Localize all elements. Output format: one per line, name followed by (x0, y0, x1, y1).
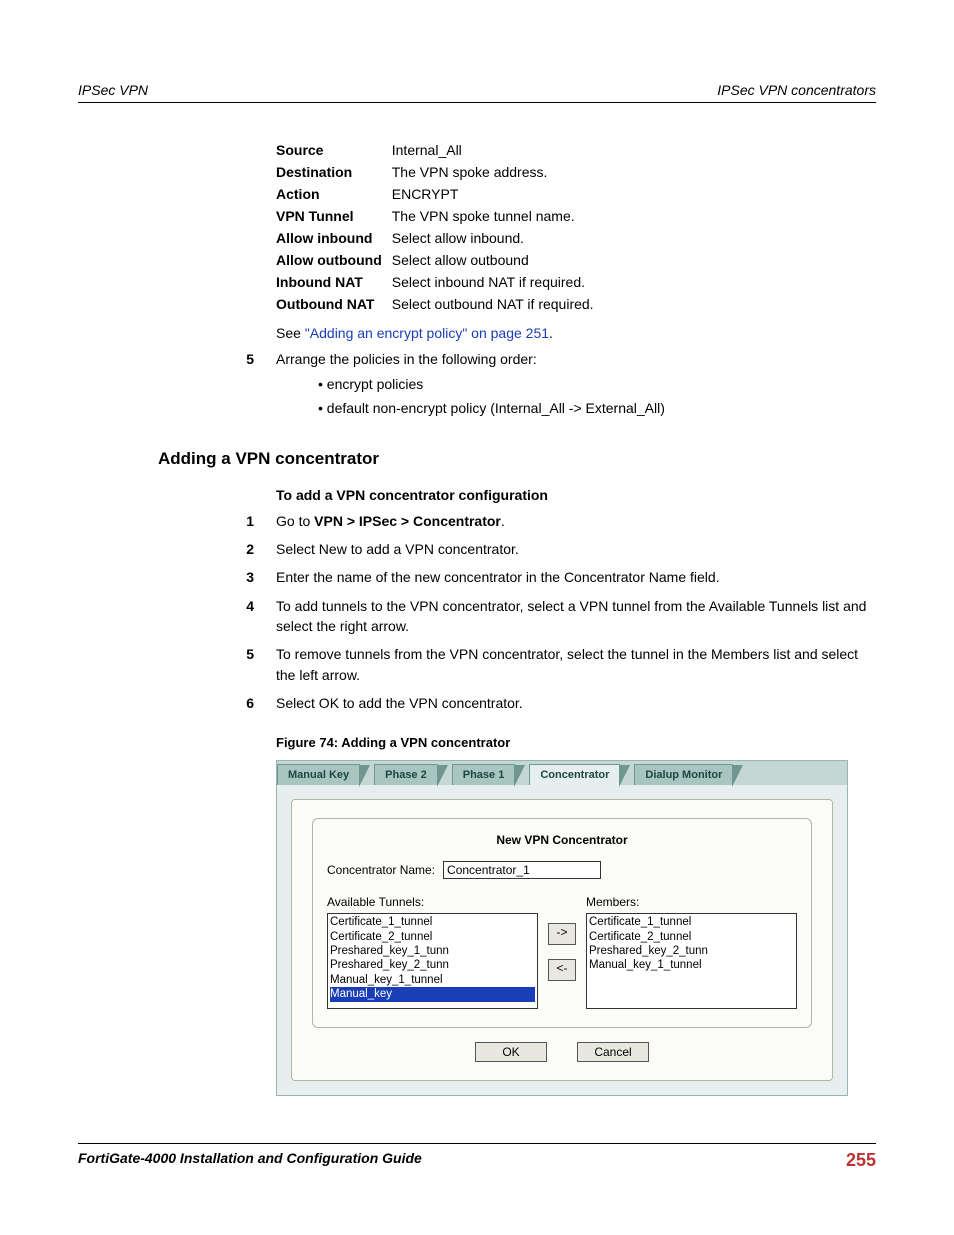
list-item[interactable]: Manual_key_1_tunnel (589, 958, 794, 972)
step5-bullets: • encrypt policies• default non-encrypt … (78, 373, 876, 421)
step-number: 6 (78, 693, 276, 713)
page-number: 255 (846, 1150, 876, 1171)
field-row: Allow inboundSelect allow inbound. (276, 227, 594, 249)
dialog-title: New VPN Concentrator (327, 833, 797, 847)
header-left: IPSec VPN (78, 82, 148, 98)
tab-phase-1[interactable]: Phase 1 (452, 764, 516, 785)
procedure-step: 5To remove tunnels from the VPN concentr… (78, 644, 876, 685)
list-item[interactable]: Preshared_key_2_tunn (330, 958, 535, 972)
field-label: Destination (276, 161, 392, 183)
field-value: Select allow inbound. (392, 227, 594, 249)
page-footer: FortiGate-4000 Installation and Configur… (78, 1143, 876, 1171)
procedure-step: 2Select New to add a VPN concentrator. (78, 539, 876, 559)
field-row: ActionENCRYPT (276, 183, 594, 205)
tab-concentrator[interactable]: Concentrator (529, 764, 620, 785)
field-row: Outbound NATSelect outbound NAT if requi… (276, 293, 594, 315)
footer-guide-title: FortiGate-4000 Installation and Configur… (78, 1150, 422, 1171)
step-number: 1 (78, 511, 276, 531)
field-label: VPN Tunnel (276, 205, 392, 227)
concentrator-name-label: Concentrator Name: (327, 863, 435, 877)
step-text: To add tunnels to the VPN concentrator, … (276, 596, 876, 637)
field-value: Internal_All (392, 139, 594, 161)
figure-caption: Figure 74: Adding a VPN concentrator (276, 735, 876, 750)
concentrator-name-input[interactable] (443, 861, 601, 879)
see-reference: See "Adding an encrypt policy" on page 2… (276, 325, 876, 341)
tab-strip: Manual Key Phase 2 Phase 1 Concentrator Dial… (277, 761, 847, 785)
step-number: 2 (78, 539, 276, 559)
concentrator-screenshot: Manual Key Phase 2 Phase 1 Concentrator Dial… (276, 760, 848, 1096)
procedure-heading: To add a VPN concentrator configuration (276, 487, 876, 503)
step-text: Select New to add a VPN concentrator. (276, 539, 876, 559)
step-number: 5 (78, 644, 276, 685)
list-item[interactable]: Certificate_1_tunnel (589, 915, 794, 929)
field-label: Allow outbound (276, 249, 392, 271)
list-item[interactable]: Manual_key_1_tunnel (330, 973, 535, 987)
field-label: Outbound NAT (276, 293, 392, 315)
field-value: The VPN spoke address. (392, 161, 594, 183)
members-label: Members: (586, 895, 797, 909)
step-text: Enter the name of the new concentrator i… (276, 567, 876, 587)
tab-phase-2[interactable]: Phase 2 (374, 764, 438, 785)
list-item[interactable]: Manual_key (330, 987, 535, 1001)
encrypt-policy-link[interactable]: "Adding an encrypt policy" on page 251 (305, 325, 549, 341)
header-right: IPSec VPN concentrators (717, 82, 876, 98)
field-value: The VPN spoke tunnel name. (392, 205, 594, 227)
field-row: Allow outboundSelect allow outbound (276, 249, 594, 271)
field-label: Allow inbound (276, 227, 392, 249)
move-left-button[interactable]: <- (548, 959, 576, 981)
bullet-item: • default non-encrypt policy (Internal_A… (304, 397, 876, 421)
move-right-button[interactable]: -> (548, 923, 576, 945)
field-settings-table: SourceInternal_AllDestinationThe VPN spo… (276, 139, 594, 315)
step-text: Go to VPN > IPSec > Concentrator. (276, 511, 876, 531)
field-row: SourceInternal_All (276, 139, 594, 161)
field-row: Inbound NATSelect inbound NAT if require… (276, 271, 594, 293)
field-value: ENCRYPT (392, 183, 594, 205)
available-tunnels-list[interactable]: Certificate_1_tunnelCertificate_2_tunnel… (327, 913, 538, 1009)
running-header: IPSec VPN IPSec VPN concentrators (78, 82, 876, 103)
procedure-step: 4To add tunnels to the VPN concentrator,… (78, 596, 876, 637)
list-item[interactable]: Certificate_2_tunnel (589, 930, 794, 944)
field-value: Select inbound NAT if required. (392, 271, 594, 293)
field-row: VPN TunnelThe VPN spoke tunnel name. (276, 205, 594, 227)
ok-button[interactable]: OK (475, 1042, 547, 1062)
field-label: Source (276, 139, 392, 161)
field-label: Action (276, 183, 392, 205)
bullet-item: • encrypt policies (304, 373, 876, 397)
step-text: To remove tunnels from the VPN concentra… (276, 644, 876, 685)
procedure-step: 1Go to VPN > IPSec > Concentrator. (78, 511, 876, 531)
available-tunnels-label: Available Tunnels: (327, 895, 538, 909)
procedure-step: 6Select OK to add the VPN concentrator. (78, 693, 876, 713)
cancel-button[interactable]: Cancel (577, 1042, 649, 1062)
procedure-step: 3Enter the name of the new concentrator … (78, 567, 876, 587)
step-5-top: 5 Arrange the policies in the following … (78, 349, 876, 369)
tab-manual-key[interactable]: Manual Key (277, 764, 360, 785)
field-value: Select allow outbound (392, 249, 594, 271)
step-number: 3 (78, 567, 276, 587)
tab-dialup-monitor[interactable]: Dialup Monitor (634, 764, 733, 785)
list-item[interactable]: Preshared_key_1_tunn (330, 944, 535, 958)
list-item[interactable]: Certificate_2_tunnel (330, 930, 535, 944)
field-row: DestinationThe VPN spoke address. (276, 161, 594, 183)
list-item[interactable]: Certificate_1_tunnel (330, 915, 535, 929)
step-text: Select OK to add the VPN concentrator. (276, 693, 876, 713)
step-number: 4 (78, 596, 276, 637)
field-label: Inbound NAT (276, 271, 392, 293)
list-item[interactable]: Preshared_key_2_tunn (589, 944, 794, 958)
field-value: Select outbound NAT if required. (392, 293, 594, 315)
section-heading: Adding a VPN concentrator (158, 449, 876, 469)
members-list[interactable]: Certificate_1_tunnelCertificate_2_tunnel… (586, 913, 797, 1009)
